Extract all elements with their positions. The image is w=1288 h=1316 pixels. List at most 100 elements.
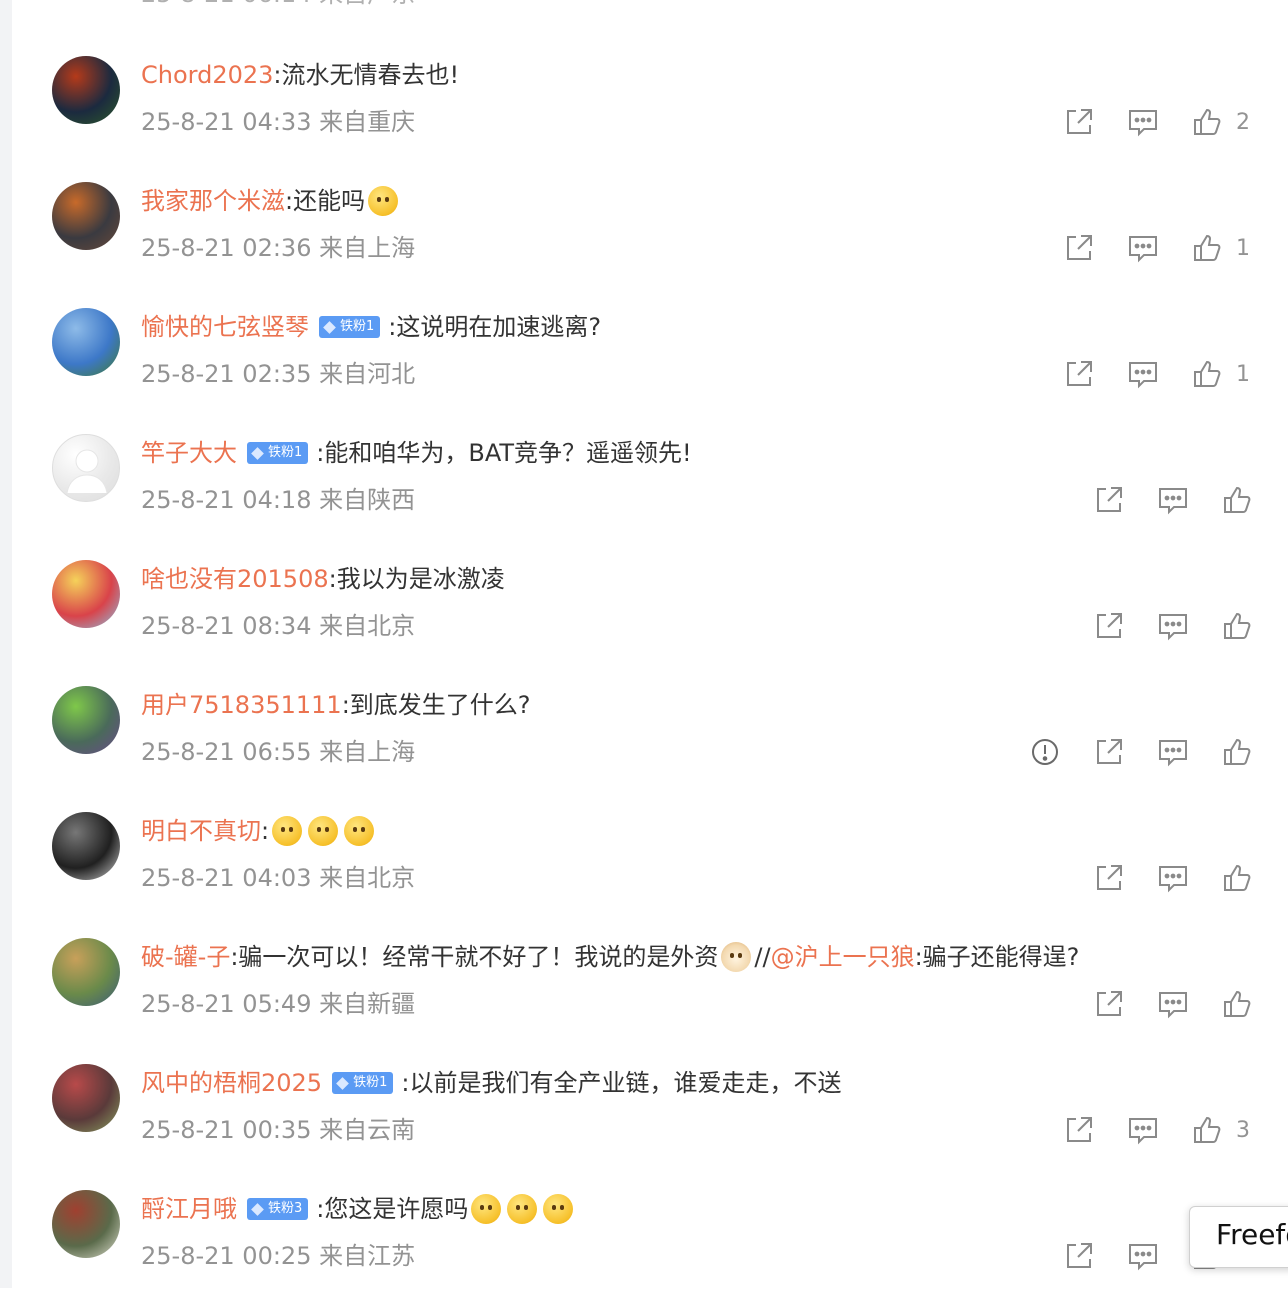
username-link[interactable]: 用户7518351111 (141, 688, 342, 722)
avatar-bw-photo[interactable] (52, 812, 120, 880)
share-icon (1097, 991, 1122, 1016)
comment-icon-button[interactable] (1156, 609, 1190, 643)
comment-icon (1129, 362, 1157, 389)
thumbs-up-icon (1194, 360, 1221, 387)
share-icon (1097, 613, 1122, 638)
comment-icon-button[interactable] (1156, 735, 1190, 769)
comment-actions: 3 (1062, 1112, 1252, 1148)
comment-item: 愉快的七弦竖琴 铁粉1 :这说明在加速逃离? 25-8-21 02:35 来自河北 1 (0, 308, 1288, 434)
username-link[interactable]: 明白不真切 (141, 814, 261, 848)
like-count: 1 (1236, 235, 1250, 261)
comment-icon (1129, 236, 1157, 263)
thumbs-up-icon-button[interactable] (1220, 483, 1254, 517)
comment-icon-button[interactable] (1156, 861, 1190, 895)
thumbs-up-icon-button[interactable] (1220, 735, 1254, 769)
avatar-house[interactable] (52, 1190, 120, 1258)
comment-icon (1159, 992, 1187, 1019)
comment-icon (1159, 866, 1187, 893)
emoji-icon (308, 816, 339, 846)
comment-content: 啥也没有201508:我以为是冰激凌 (141, 562, 505, 596)
username-link[interactable]: 愉快的七弦竖琴 (141, 310, 309, 344)
username-link[interactable]: Chord2023 (141, 58, 273, 92)
fan-badge-label: 铁粉1 (340, 319, 375, 334)
comment-timestamp-location: 25-8-21 00:35 来自云南 (141, 1116, 416, 1144)
comment-icon-button[interactable] (1126, 1239, 1160, 1273)
avatar-landscape[interactable] (52, 308, 120, 376)
fan-badge[interactable]: 铁粉1 (247, 442, 309, 464)
comment-content: 竿子大大 铁粉1:能和咱华为，BAT竞争？遥遥领先! (141, 436, 692, 470)
share-icon-button[interactable] (1062, 1113, 1096, 1147)
avatar-autumn[interactable] (52, 1064, 120, 1132)
share-icon-button[interactable] (1062, 105, 1096, 139)
comment-icon-button[interactable] (1126, 105, 1160, 139)
comment-icon (1129, 110, 1157, 137)
thumbs-up-icon-button[interactable] (1190, 231, 1224, 265)
share-icon-button[interactable] (1092, 609, 1126, 643)
avatar-outdoor[interactable] (52, 938, 120, 1006)
comment-text: :这说明在加速逃离? (388, 313, 602, 341)
comment-icon-button[interactable] (1126, 1113, 1160, 1147)
share-icon (1097, 865, 1122, 890)
thumbs-up-icon-button[interactable] (1190, 1113, 1224, 1147)
thumbs-up-icon-button[interactable] (1190, 105, 1224, 139)
comment-text: :骗一次可以！经常干就不好了！我说的是外资 (230, 943, 719, 971)
username-link[interactable]: 风中的梧桐2025 (141, 1066, 322, 1100)
avatar-flowers[interactable] (52, 56, 120, 124)
comment-item: 酹江月哦铁粉3:您这是许愿吗25-8-21 00:25 来自江苏10 (0, 1190, 1288, 1316)
thumbs-up-icon (1194, 1116, 1221, 1143)
freeform-popup[interactable]: Freefo (1189, 1206, 1288, 1268)
comment-actions: 1 (1062, 356, 1252, 392)
thumbs-up-icon (1194, 108, 1221, 135)
avatar-default[interactable] (52, 434, 120, 502)
share-icon (1067, 1117, 1092, 1142)
comment-timestamp-location: 25-8-21 05:49 来自新疆 (141, 990, 416, 1018)
comment-icon-button[interactable] (1156, 483, 1190, 517)
comment-timestamp-location: 25-8-21 02:36 来自上海 (141, 234, 416, 262)
thumbs-up-icon-button[interactable] (1220, 609, 1254, 643)
share-icon-button[interactable] (1092, 483, 1126, 517)
diamond-icon (251, 1202, 264, 1216)
share-icon-button[interactable] (1092, 987, 1126, 1021)
comment-item: 破-罐-子:骗一次可以！经常干就不好了！我说的是外资 //@沪上一只狼:骗子还能得… (0, 938, 1288, 1064)
comment-item: Chord2023:流水无情春去也! 25-8-21 04:33 来自重庆 2 (0, 56, 1288, 182)
diamond-icon (251, 446, 264, 460)
comment-icon (1159, 488, 1187, 515)
comment-icon-button[interactable] (1126, 231, 1160, 265)
fan-badge[interactable]: 铁粉1 (319, 316, 381, 338)
comment-timestamp-location: 25-8-21 00:25 来自江苏 (141, 1242, 416, 1270)
avatar-group[interactable] (52, 686, 120, 754)
report-icon-button[interactable] (1028, 735, 1062, 769)
mention-link[interactable]: @沪上一只狼 (771, 940, 915, 974)
share-icon-button[interactable] (1062, 1239, 1096, 1273)
username-link[interactable]: 啥也没有201508 (141, 562, 329, 596)
share-icon (1067, 109, 1092, 134)
username-link[interactable]: 我家那个米滋 (141, 184, 285, 218)
avatar-cartoon[interactable] (52, 560, 120, 628)
emoji-icon (368, 186, 399, 216)
comment-content: 破-罐-子:骗一次可以！经常干就不好了！我说的是外资 //@沪上一只狼:骗子还能得… (141, 940, 1079, 974)
comment-timestamp-location: 25-8-21 04:33 来自重庆 (141, 108, 416, 136)
thumbs-up-icon-button[interactable] (1220, 987, 1254, 1021)
share-icon-button[interactable] (1062, 357, 1096, 391)
username-link[interactable]: 破-罐-子 (141, 940, 230, 974)
fan-badge[interactable]: 铁粉1 (332, 1072, 394, 1094)
avatar-fox[interactable] (52, 182, 120, 250)
username-link[interactable]: 竿子大大 (141, 436, 237, 470)
share-icon-button[interactable] (1092, 735, 1126, 769)
previous-comment-meta: 25-8-21 06:14 来自广东 (141, 0, 415, 9)
share-icon-button[interactable] (1062, 231, 1096, 265)
username-link[interactable]: 酹江月哦 (141, 1192, 237, 1226)
fan-badge[interactable]: 铁粉3 (247, 1198, 309, 1220)
comment-icon-button[interactable] (1126, 357, 1160, 391)
comment-timestamp-location: 25-8-21 02:35 来自河北 (141, 360, 416, 388)
emoji-icon (507, 1194, 538, 1224)
thumbs-up-icon-button[interactable] (1190, 357, 1224, 391)
repost-separator: // (754, 943, 771, 971)
report-icon (1032, 739, 1058, 765)
share-icon-button[interactable] (1092, 861, 1126, 895)
comment-icon-button[interactable] (1156, 987, 1190, 1021)
comment-content: 我家那个米滋:还能吗 (141, 184, 401, 218)
share-icon (1067, 361, 1092, 386)
comment-actions: 1 (1062, 230, 1252, 266)
thumbs-up-icon-button[interactable] (1220, 861, 1254, 895)
